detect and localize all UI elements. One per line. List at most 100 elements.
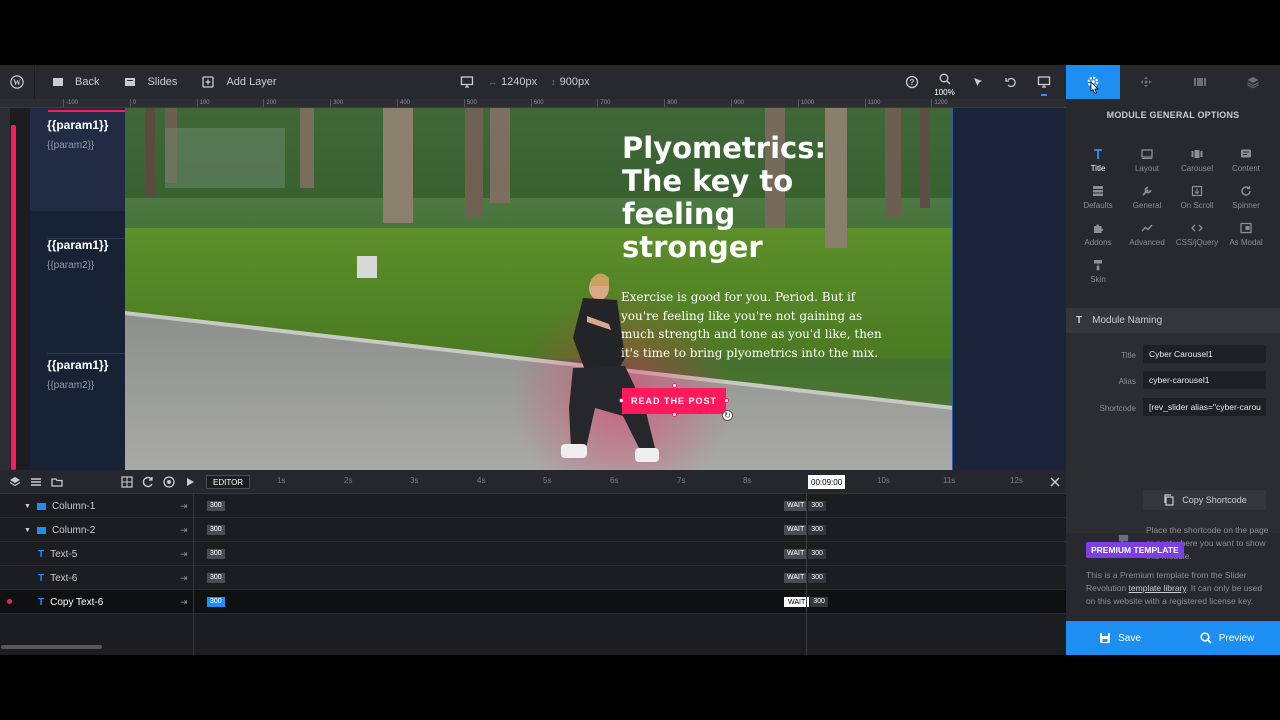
duration-badge[interactable]: 300 (207, 597, 225, 607)
speed-icon[interactable] (162, 475, 176, 489)
puzzle-icon (1092, 222, 1104, 234)
cursor-icon (971, 75, 985, 89)
collapse-caret-icon[interactable]: ▼ (24, 527, 31, 534)
option-carousel[interactable]: Carousel (1172, 148, 1222, 173)
grid-snap-icon[interactable] (120, 475, 134, 489)
save-icon (1098, 631, 1112, 645)
slide-thumb[interactable]: {{param1}} {{param2}} (30, 348, 125, 391)
width-field[interactable]: ↔ 1240px (488, 76, 537, 88)
resize-handle[interactable] (672, 412, 677, 417)
tab-slides[interactable] (1173, 65, 1227, 99)
option-defaults[interactable]: Defaults (1073, 185, 1123, 210)
timeline-scrollbar[interactable] (1, 645, 102, 649)
module-naming-section-header[interactable]: T Module Naming (1066, 308, 1280, 333)
slide-canvas[interactable]: Plyometrics: The key to feeling stronger… (125, 108, 953, 470)
option-layout[interactable]: Layout (1122, 148, 1172, 173)
layer-enter-icon[interactable]: ⇥ (180, 573, 188, 584)
ruler-tick: -100 (63, 99, 78, 107)
play-icon[interactable] (183, 475, 197, 489)
wait-badge[interactable]: WAIT 300 (784, 525, 826, 535)
timeline-row[interactable]: T Text-5 ⇥ 300 WAIT 300 (0, 542, 1066, 566)
resize-handle[interactable] (619, 398, 624, 403)
loop-icon[interactable] (141, 475, 155, 489)
copy-shortcode-button[interactable]: Copy Shortcode (1143, 490, 1266, 510)
shortcode-field[interactable]: [rev_slider alias="cyber-carou (1143, 398, 1266, 416)
back-button[interactable]: Back (35, 65, 111, 99)
current-time-marker[interactable]: 00:09:00 (808, 475, 846, 489)
timeline-row-selected[interactable]: T Copy Text-6 ⇥ 300 WAIT 300 (0, 590, 1066, 614)
close-timeline-icon[interactable] (1048, 475, 1062, 489)
height-field[interactable]: ↕ 900px (551, 76, 589, 88)
option-content[interactable]: Content (1221, 148, 1271, 173)
title-field[interactable]: Cyber Carousel1 (1143, 345, 1266, 363)
alias-field[interactable]: cyber-carousel1 (1143, 371, 1266, 389)
wait-badge[interactable]: WAIT 300 (784, 573, 826, 583)
preview-button[interactable]: Preview (1173, 621, 1280, 655)
svg-text:W: W (13, 78, 21, 87)
layers-icon[interactable] (8, 475, 22, 489)
save-button[interactable]: Save (1066, 621, 1173, 655)
slides-icon (123, 75, 137, 89)
option-general[interactable]: General (1122, 185, 1172, 210)
slide-thumb[interactable]: {{param1}} {{param2}} (30, 228, 125, 271)
preview-label: Preview (1218, 632, 1255, 644)
duration-badge[interactable]: 300 (207, 573, 225, 583)
timeline-row[interactable]: ▼ Column-1 ⇥ 300 WAIT 300 (0, 494, 1066, 518)
option-on-scroll[interactable]: On Scroll (1172, 185, 1222, 210)
device-view-button[interactable] (1027, 65, 1060, 99)
timeline-row[interactable]: ▼ Column-2 ⇥ 300 WAIT 300 (0, 518, 1066, 542)
duration-badge[interactable]: 300 (207, 525, 225, 535)
option-spinner[interactable]: Spinner (1221, 185, 1271, 210)
ruler-tick: 700 (597, 99, 610, 107)
wait-badge[interactable]: WAIT 300 (784, 549, 826, 559)
layer-enter-icon[interactable]: ⇥ (180, 549, 188, 560)
duration-badge[interactable]: 300 (207, 549, 225, 559)
option-as-modal[interactable]: As Modal (1221, 222, 1271, 247)
help-icon: ? (905, 75, 919, 89)
tab-layers[interactable] (1227, 65, 1280, 99)
layer-enter-icon[interactable]: ⇥ (180, 501, 188, 512)
slide-thumb[interactable]: {{param1}} {{param2}} (30, 108, 125, 211)
add-layer-button[interactable]: Add Layer (189, 65, 288, 99)
resize-handle[interactable] (724, 398, 729, 403)
select-tool-button[interactable] (961, 65, 994, 99)
selected-dot-icon (7, 599, 12, 604)
undo-button[interactable] (994, 65, 1027, 99)
option-title[interactable]: Title (1073, 148, 1123, 173)
folder-icon[interactable] (50, 475, 64, 489)
list-icon[interactable] (29, 475, 43, 489)
duration-badge[interactable]: 300 (207, 501, 225, 511)
zoom-button[interactable]: 100% (928, 65, 961, 99)
timeline-row[interactable]: T Text-6 ⇥ 300 WAIT 300 (0, 566, 1066, 590)
desktop-icon[interactable] (460, 75, 474, 89)
ruler-tick: 500 (463, 99, 477, 107)
text-layer-icon: T (38, 548, 45, 560)
wordpress-icon: W (10, 75, 24, 89)
slides-grid-icon (1193, 75, 1207, 89)
rotate-handle-icon[interactable]: ↻ (722, 410, 733, 421)
ruler-tick: 1000 (797, 99, 814, 107)
option-skin[interactable]: Skin (1073, 259, 1123, 284)
collapse-caret-icon[interactable]: ▼ (24, 503, 31, 510)
slide-headline[interactable]: Plyometrics: The key to feeling stronger (622, 132, 852, 264)
slides-button[interactable]: Slides (111, 65, 189, 99)
resize-handle[interactable] (672, 383, 677, 388)
template-library-link[interactable]: template library (1129, 583, 1186, 593)
slide-body-text[interactable]: Exercise is good for you. Period. But if… (621, 288, 883, 362)
timeline-header: EDITOR 1s 2s 3s 4s 5s 6s 7s 8s 10s 11s 1… (0, 470, 1066, 494)
read-the-post-button[interactable]: READ THE POST (622, 388, 726, 414)
wordpress-logo-button[interactable]: W (0, 65, 34, 99)
help-button[interactable]: ? (895, 65, 928, 99)
editor-toggle[interactable]: EDITOR (206, 475, 251, 489)
option-css-jquery[interactable]: CSS/jQuery (1172, 222, 1222, 247)
option-addons[interactable]: Addons (1073, 222, 1123, 247)
wait-badge[interactable]: WAIT 300 (784, 501, 826, 511)
layer-enter-icon[interactable]: ⇥ (180, 597, 188, 608)
option-advanced[interactable]: Advanced (1122, 222, 1172, 247)
thumb-title: {{param1}} (47, 238, 109, 252)
ruler-tick: 800 (664, 99, 677, 107)
layer-enter-icon[interactable]: ⇥ (180, 525, 188, 536)
title-icon (1092, 148, 1104, 160)
tab-navigation[interactable] (1120, 65, 1174, 99)
column-divider (193, 542, 194, 566)
